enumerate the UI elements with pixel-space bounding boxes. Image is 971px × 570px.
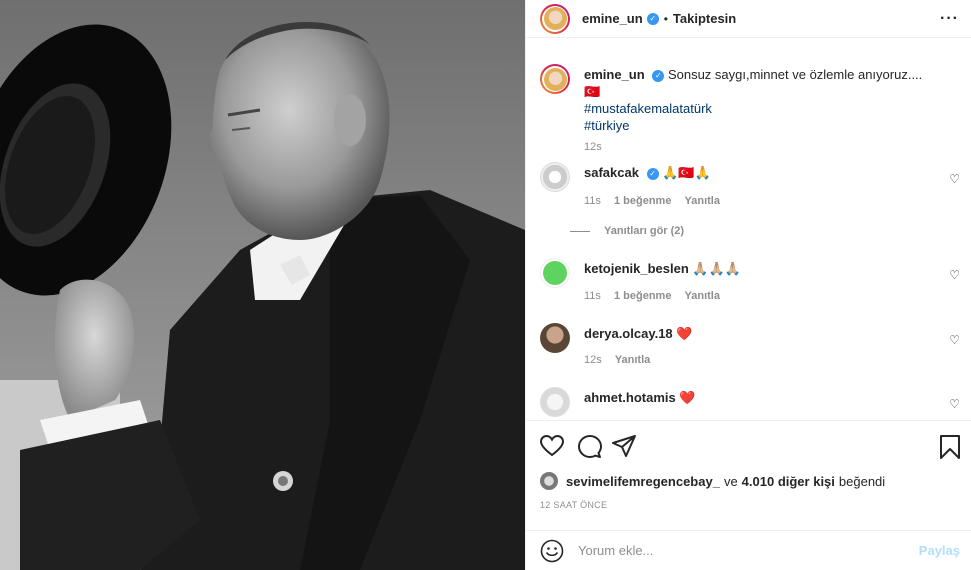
like-comment-heart-icon[interactable]: ♡ — [949, 268, 960, 282]
comment-item: derya.olcay.18 ❤️ ♡ 12s Yanıtla — [540, 323, 960, 378]
post-photo[interactable] — [0, 0, 525, 570]
header-separator: • — [663, 11, 668, 26]
author-avatar[interactable] — [540, 3, 570, 34]
comment-username[interactable]: ketojenik_beslen — [584, 261, 689, 276]
bookmark-icon[interactable] — [940, 435, 960, 459]
comment-likes[interactable]: 1 beğenme — [614, 195, 671, 207]
commenter-avatar[interactable] — [540, 162, 570, 192]
more-horizontal-icon[interactable]: ··· — [940, 10, 959, 28]
verified-badge-icon: ✓ — [652, 69, 665, 82]
comment-text-block: safakcak ✓ 🙏🇹🇷🙏 — [584, 164, 930, 181]
caption-meta: 12s — [584, 141, 612, 153]
follow-status-button[interactable]: Takiptesin — [673, 11, 736, 26]
post-image — [0, 0, 525, 570]
post-actions-bar — [526, 420, 971, 470]
comment-item: ahmet.hotamis ❤️ ♡ — [540, 387, 960, 420]
verified-badge-icon: ✓ — [646, 167, 659, 180]
verified-badge-icon: ✓ — [646, 12, 659, 25]
likes-summary: sevimelifemregencebay_ ve 4.010 diğer ki… — [540, 472, 885, 490]
comments-list: emine_un ✓ Sonsuz saygı,minnet ve özleml… — [526, 52, 971, 420]
hashtag-link[interactable]: #mustafakemalatatürk — [584, 100, 930, 117]
comment-username[interactable]: derya.olcay.18 — [584, 326, 673, 341]
heart-icon[interactable] — [540, 435, 564, 457]
likes-suffix: beğendi — [838, 473, 886, 489]
comment-text: ❤️ — [679, 390, 696, 405]
comment-time[interactable]: 11s — [584, 195, 601, 207]
comment-input[interactable]: Yorum ekle... — [578, 543, 919, 558]
comment-likes[interactable]: 1 beğenme — [614, 290, 671, 302]
reply-button[interactable]: Yanıtla — [615, 354, 650, 366]
post-view: emine_un ✓ • Takiptesin ··· emine_un ✓ S… — [0, 0, 971, 570]
likes-connector: ve — [723, 473, 738, 489]
liker-username[interactable]: sevimelifemregencebay_ — [566, 474, 720, 489]
post-time-ago[interactable]: 12 SAAT ÖNCE — [540, 500, 607, 510]
caption-avatar[interactable] — [540, 64, 570, 94]
comment-text: ❤️ — [676, 326, 693, 341]
commenter-avatar[interactable] — [540, 387, 570, 417]
liker-avatar[interactable] — [540, 472, 558, 490]
comment-time[interactable]: 12s — [584, 354, 602, 366]
comment-username[interactable]: safakcak — [584, 165, 639, 180]
comment-text: 🙏🇹🇷🙏 — [662, 165, 711, 180]
like-comment-heart-icon[interactable]: ♡ — [949, 172, 960, 186]
caption-time[interactable]: 12s — [584, 141, 602, 153]
like-comment-heart-icon[interactable]: ♡ — [949, 333, 960, 347]
emoji-icon[interactable] — [540, 539, 564, 563]
caption: emine_un ✓ Sonsuz saygı,minnet ve özleml… — [540, 64, 960, 154]
commenter-avatar[interactable] — [540, 258, 570, 288]
comment-meta: 11s 1 beğenme Yanıtla — [584, 290, 730, 302]
reply-button[interactable]: Yanıtla — [685, 195, 720, 207]
comment-item: ketojenik_beslen 🙏🏼🙏🏼🙏🏼 ♡ 11s 1 beğenme … — [540, 258, 960, 318]
commenter-avatar[interactable] — [540, 323, 570, 353]
add-comment-bar: Yorum ekle... Paylaş — [526, 530, 971, 570]
post-details-panel: emine_un ✓ • Takiptesin ··· emine_un ✓ S… — [525, 0, 971, 570]
comment-icon[interactable] — [578, 435, 602, 459]
hashtag-link[interactable]: #türkiye — [584, 117, 930, 134]
comment-time[interactable]: 11s — [584, 290, 601, 302]
comment-text-block: ahmet.hotamis ❤️ — [584, 389, 930, 406]
comment-text-block: ketojenik_beslen 🙏🏼🙏🏼🙏🏼 — [584, 260, 930, 277]
post-comment-button[interactable]: Paylaş — [919, 543, 960, 558]
green-logo-icon — [543, 261, 567, 285]
share-icon[interactable] — [612, 435, 636, 457]
likes-others-button[interactable]: 4.010 diğer kişi — [742, 474, 835, 489]
comment-text: 🙏🏼🙏🏼🙏🏼 — [692, 261, 741, 276]
post-header: emine_un ✓ • Takiptesin ··· — [526, 0, 971, 38]
like-comment-heart-icon[interactable]: ♡ — [949, 397, 960, 411]
author-username[interactable]: emine_un — [582, 11, 643, 26]
caption-text-block: emine_un ✓ Sonsuz saygı,minnet ve özleml… — [584, 66, 930, 134]
reply-button[interactable]: Yanıtla — [685, 290, 720, 302]
comment-text-block: derya.olcay.18 ❤️ — [584, 325, 930, 342]
replies-divider — [570, 230, 590, 232]
view-replies-label[interactable]: Yanıtları gör (2) — [604, 225, 684, 237]
view-replies-button[interactable]: Yanıtları gör (2) — [570, 225, 684, 237]
comment-username[interactable]: ahmet.hotamis — [584, 390, 676, 405]
comment-meta: 11s 1 beğenme Yanıtla — [584, 195, 730, 207]
caption-username[interactable]: emine_un — [584, 67, 645, 82]
comment-meta: 12s Yanıtla — [584, 354, 660, 366]
